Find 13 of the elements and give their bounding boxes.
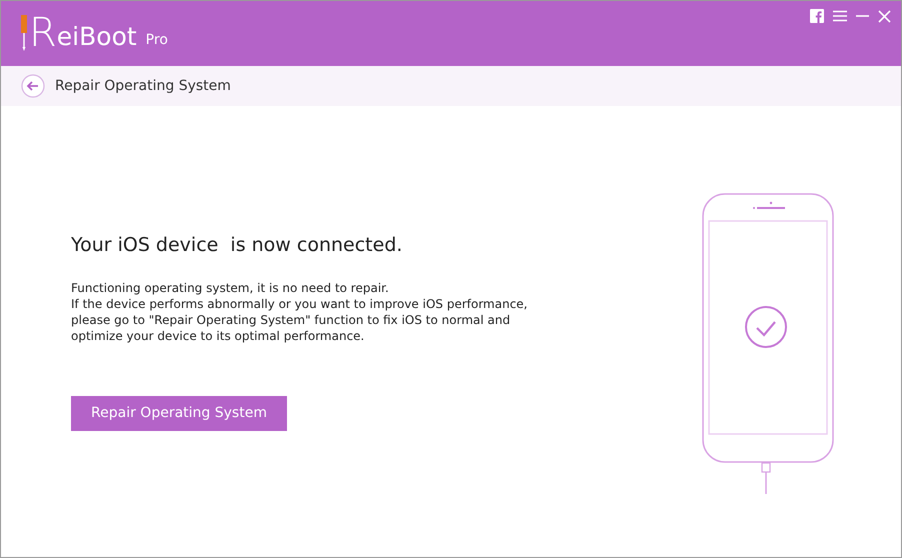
edition-label: Pro — [146, 31, 168, 50]
description-text: Functioning operating system, it is no need to repair. — [71, 280, 390, 296]
logo-text: R — [29, 13, 57, 53]
menu-icon[interactable] — [833, 10, 847, 22]
screwdriver-icon — [20, 15, 28, 51]
description-text: If the device performs abnormally or you want to improve iOS performance, please go to "Repair Operating System" function to fix iOS to normal and optimize your device to its optimal performance. — [71, 296, 528, 344]
facebook-icon[interactable] — [810, 9, 824, 23]
back-icon[interactable] — [21, 74, 45, 98]
status-heading: Your iOS device is now connected. — [71, 233, 404, 258]
repair-button[interactable]: Repair Operating System — [71, 396, 287, 430]
close-icon[interactable] — [878, 10, 891, 22]
page-title: Repair Operating System — [55, 76, 231, 96]
app-name: eiBoot — [56, 23, 137, 51]
